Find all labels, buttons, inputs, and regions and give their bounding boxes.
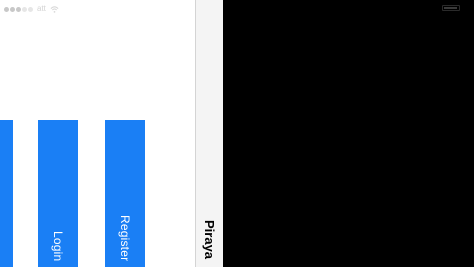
battery-icon [442, 5, 460, 11]
nav-title: Piraya [202, 219, 217, 259]
carrier-name: att [37, 4, 46, 13]
wifi-icon [50, 5, 59, 13]
register-button[interactable]: Register [105, 120, 145, 267]
signal-strength-icon [4, 6, 33, 12]
login-button[interactable]: Login [38, 120, 78, 267]
battery-level-fill [444, 7, 457, 9]
partial-button[interactable] [0, 120, 13, 267]
app-screen: att Login Register Piraya [0, 0, 474, 267]
register-button-label: Register [118, 214, 132, 261]
login-button-label: Login [51, 230, 65, 261]
status-bar: att [4, 3, 59, 15]
content-area: att Login Register [0, 0, 195, 267]
navigation-bar: Piraya [195, 0, 223, 267]
